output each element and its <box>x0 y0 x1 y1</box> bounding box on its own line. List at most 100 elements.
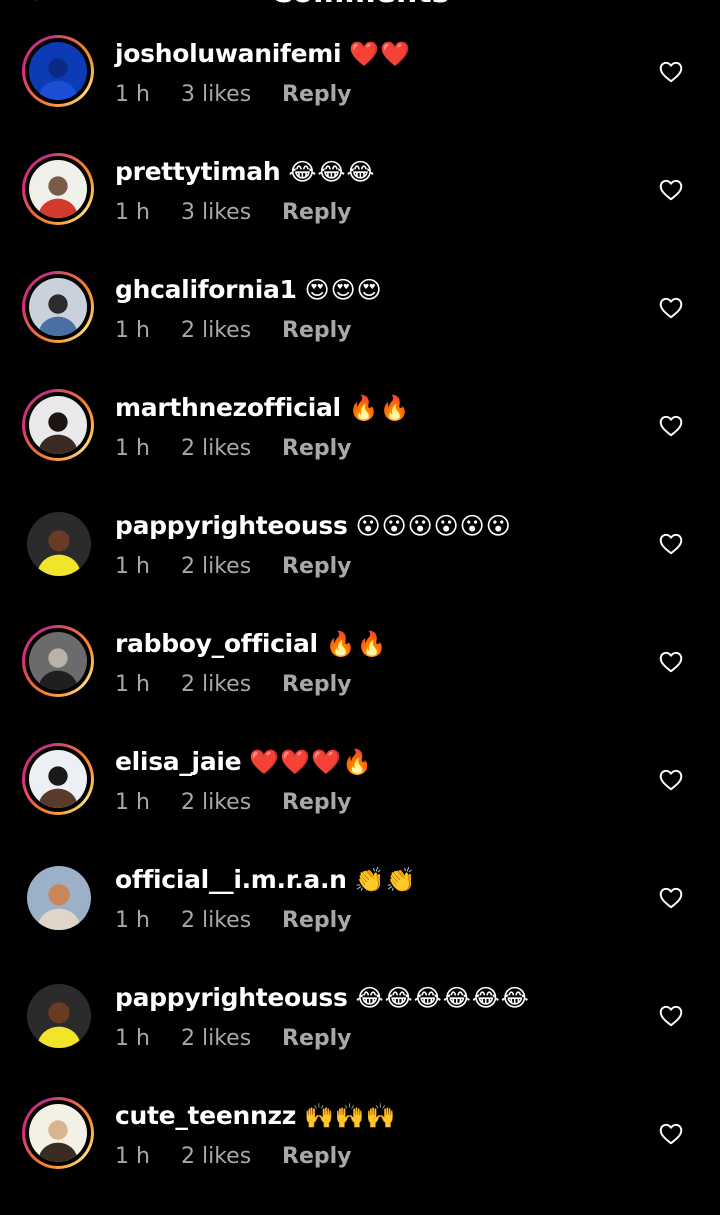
comment-meta: 1 h 2 likes Reply <box>115 671 352 699</box>
heart-icon[interactable] <box>658 649 684 675</box>
comment-row: marthnezofficial 🔥🔥 1 h 2 likes Reply <box>0 389 720 507</box>
username[interactable]: rabboy_official <box>115 629 318 658</box>
profile-photo <box>27 866 91 930</box>
likes-count[interactable]: 2 likes <box>181 553 282 581</box>
comment-meta: 1 h 2 likes Reply <box>115 317 352 345</box>
likes-count[interactable]: 2 likes <box>181 671 282 699</box>
avatar[interactable] <box>22 271 94 343</box>
reply-button[interactable]: Reply <box>282 81 352 109</box>
timestamp: 1 h <box>115 1026 150 1051</box>
username[interactable]: elisa_jaie <box>115 747 242 776</box>
reply-button[interactable]: Reply <box>282 789 352 817</box>
reply-button[interactable]: Reply <box>282 553 352 581</box>
comment-meta: 1 h 2 likes Reply <box>115 907 352 935</box>
comment-emojis: 🙌🙌🙌 <box>303 1102 397 1130</box>
timestamp: 1 h <box>115 672 150 697</box>
username[interactable]: marthnezofficial <box>115 393 341 422</box>
likes-count[interactable]: 2 likes <box>181 907 282 935</box>
comment-text: pappyrighteouss 😂😂😂😂😂😂 <box>115 981 530 1015</box>
avatar[interactable] <box>27 984 91 1048</box>
comment-text: marthnezofficial 🔥🔥 <box>115 391 411 425</box>
avatar[interactable] <box>22 35 94 107</box>
comment-meta: 1 h 2 likes Reply <box>115 553 352 581</box>
reply-button[interactable]: Reply <box>282 317 352 345</box>
avatar[interactable] <box>22 625 94 697</box>
profile-photo <box>29 160 87 218</box>
profile-photo <box>29 632 87 690</box>
username[interactable]: official__i.m.r.a.n <box>115 865 347 894</box>
heart-icon[interactable] <box>658 59 684 85</box>
profile-photo <box>29 42 87 100</box>
profile-photo <box>29 750 87 808</box>
comment-text: prettytimah 😂😂😂 <box>115 155 375 189</box>
story-ring <box>25 156 91 222</box>
reply-button[interactable]: Reply <box>282 1143 352 1171</box>
comment-text: pappyrighteouss 😮😮😮😮😮😮 <box>115 509 512 543</box>
likes-count[interactable]: 2 likes <box>181 435 282 463</box>
likes-count[interactable]: 2 likes <box>181 789 282 817</box>
story-ring <box>25 746 91 812</box>
timestamp: 1 h <box>115 82 150 107</box>
comment-row: prettytimah 😂😂😂 1 h 3 likes Reply <box>0 153 720 271</box>
avatar[interactable] <box>22 153 94 225</box>
heart-icon[interactable] <box>658 767 684 793</box>
heart-icon[interactable] <box>658 531 684 557</box>
heart-icon[interactable] <box>658 885 684 911</box>
avatar[interactable] <box>27 866 91 930</box>
username[interactable]: prettytimah <box>115 157 281 186</box>
heart-icon[interactable] <box>658 1121 684 1147</box>
comments-header: ← Comments <box>0 0 720 8</box>
heart-icon[interactable] <box>658 177 684 203</box>
story-ring <box>25 274 91 340</box>
comment-row: pappyrighteouss 😮😮😮😮😮😮 1 h 2 likes Reply <box>0 507 720 625</box>
timestamp: 1 h <box>115 908 150 933</box>
username[interactable]: pappyrighteouss <box>115 511 348 540</box>
comment-meta: 1 h 3 likes Reply <box>115 81 352 109</box>
comment-emojis: 😂😂😂😂😂😂 <box>355 984 530 1012</box>
comment-row: ghcalifornia1 😍😍😍 1 h 2 likes Reply <box>0 271 720 389</box>
likes-count[interactable]: 2 likes <box>181 1025 282 1053</box>
comment-meta: 1 h 3 likes Reply <box>115 199 352 227</box>
heart-icon[interactable] <box>658 413 684 439</box>
reply-button[interactable]: Reply <box>282 907 352 935</box>
reply-button[interactable]: Reply <box>282 435 352 463</box>
comment-row: josholuwanifemi ❤️❤️ 1 h 3 likes Reply <box>0 35 720 153</box>
likes-count[interactable]: 2 likes <box>181 1143 282 1171</box>
story-ring <box>25 392 91 458</box>
avatar[interactable] <box>22 743 94 815</box>
username[interactable]: pappyrighteouss <box>115 983 348 1012</box>
comment-emojis: 😍😍😍 <box>304 276 383 304</box>
username[interactable]: cute_teennzz <box>115 1101 296 1130</box>
timestamp: 1 h <box>115 790 150 815</box>
username[interactable]: josholuwanifemi <box>115 39 342 68</box>
story-ring <box>25 38 91 104</box>
likes-count[interactable]: 2 likes <box>181 317 282 345</box>
avatar[interactable] <box>22 389 94 461</box>
comment-row: elisa_jaie ❤️❤️❤️🔥 1 h 2 likes Reply <box>0 743 720 861</box>
comment-row: cute_teennzz 🙌🙌🙌 1 h 2 likes Reply <box>0 1097 720 1215</box>
share-icon[interactable] <box>656 0 672 2</box>
reply-button[interactable]: Reply <box>282 199 352 227</box>
comment-text: official__i.m.r.a.n 👏👏 <box>115 863 416 897</box>
comment-text: cute_teennzz 🙌🙌🙌 <box>115 1099 397 1133</box>
comment-text: elisa_jaie ❤️❤️❤️🔥 <box>115 745 373 779</box>
likes-count[interactable]: 3 likes <box>181 199 282 227</box>
comment-row: official__i.m.r.a.n 👏👏 1 h 2 likes Reply <box>0 861 720 979</box>
avatar[interactable] <box>22 1097 94 1169</box>
heart-icon[interactable] <box>658 1003 684 1029</box>
reply-button[interactable]: Reply <box>282 671 352 699</box>
comment-meta: 1 h 2 likes Reply <box>115 1143 352 1171</box>
comment-emojis: 🔥🔥 <box>325 630 388 658</box>
story-ring <box>25 628 91 694</box>
reply-button[interactable]: Reply <box>282 1025 352 1053</box>
username[interactable]: ghcalifornia1 <box>115 275 297 304</box>
comment-emojis: 👏👏 <box>354 866 417 894</box>
timestamp: 1 h <box>115 200 150 225</box>
heart-icon[interactable] <box>658 295 684 321</box>
comment-emojis: 😮😮😮😮😮😮 <box>355 512 512 540</box>
profile-photo <box>27 984 91 1048</box>
likes-count[interactable]: 3 likes <box>181 81 282 109</box>
comment-text: ghcalifornia1 😍😍😍 <box>115 273 383 307</box>
profile-photo <box>29 1104 87 1162</box>
avatar[interactable] <box>27 512 91 576</box>
